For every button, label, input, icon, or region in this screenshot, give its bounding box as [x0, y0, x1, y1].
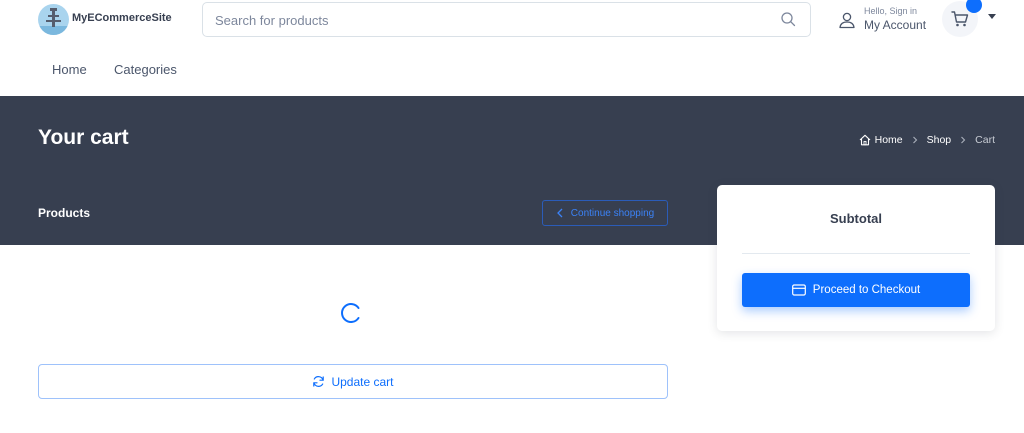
page-title: Your cart [38, 126, 129, 149]
search-icon[interactable] [780, 11, 796, 27]
chevron-right-icon [912, 136, 917, 144]
site-logo[interactable] [38, 4, 69, 35]
update-cart-button[interactable]: Update cart [38, 364, 668, 399]
brand-name[interactable]: MyECommerceSite [72, 12, 172, 24]
home-icon [859, 134, 870, 146]
cart-count-badge [966, 0, 982, 13]
account-greeting: Hello, Sign in [864, 6, 918, 16]
cart-dropdown-caret-icon[interactable] [988, 14, 996, 19]
nav-item-home[interactable]: Home [52, 62, 87, 77]
credit-card-icon [791, 284, 806, 296]
account-link[interactable]: Hello, Sign in My Account [838, 6, 938, 34]
site-header: MyECommerceSite Hello, Sign in My Accoun… [0, 0, 1024, 40]
cart-icon [951, 11, 969, 27]
update-cart-label: Update cart [331, 374, 394, 389]
breadcrumb-home[interactable]: Home [875, 134, 903, 146]
breadcrumb-shop[interactable]: Shop [927, 134, 952, 146]
subtotal-label: Subtotal [830, 211, 882, 226]
breadcrumb: Home Shop Cart [859, 134, 995, 146]
chevron-right-icon [961, 136, 966, 144]
refresh-icon [313, 376, 325, 387]
order-summary-card: Subtotal Proceed to Checkout [717, 185, 995, 331]
search-box [202, 2, 811, 37]
summary-divider [742, 253, 970, 254]
loading-spinner-icon [341, 303, 360, 323]
continue-shopping-label: Continue shopping [570, 207, 655, 219]
chevron-left-icon [556, 208, 563, 218]
user-icon [839, 12, 855, 29]
proceed-to-checkout-button[interactable]: Proceed to Checkout [742, 273, 970, 307]
products-heading: Products [38, 206, 91, 220]
logo-icon [38, 8, 69, 35]
checkout-label: Proceed to Checkout [812, 284, 921, 296]
breadcrumb-cart: Cart [975, 134, 995, 146]
search-input[interactable] [215, 11, 755, 29]
nav-item-categories[interactable]: Categories [114, 62, 177, 77]
continue-shopping-button[interactable]: Continue shopping [542, 200, 668, 226]
account-label: My Account [864, 18, 927, 32]
